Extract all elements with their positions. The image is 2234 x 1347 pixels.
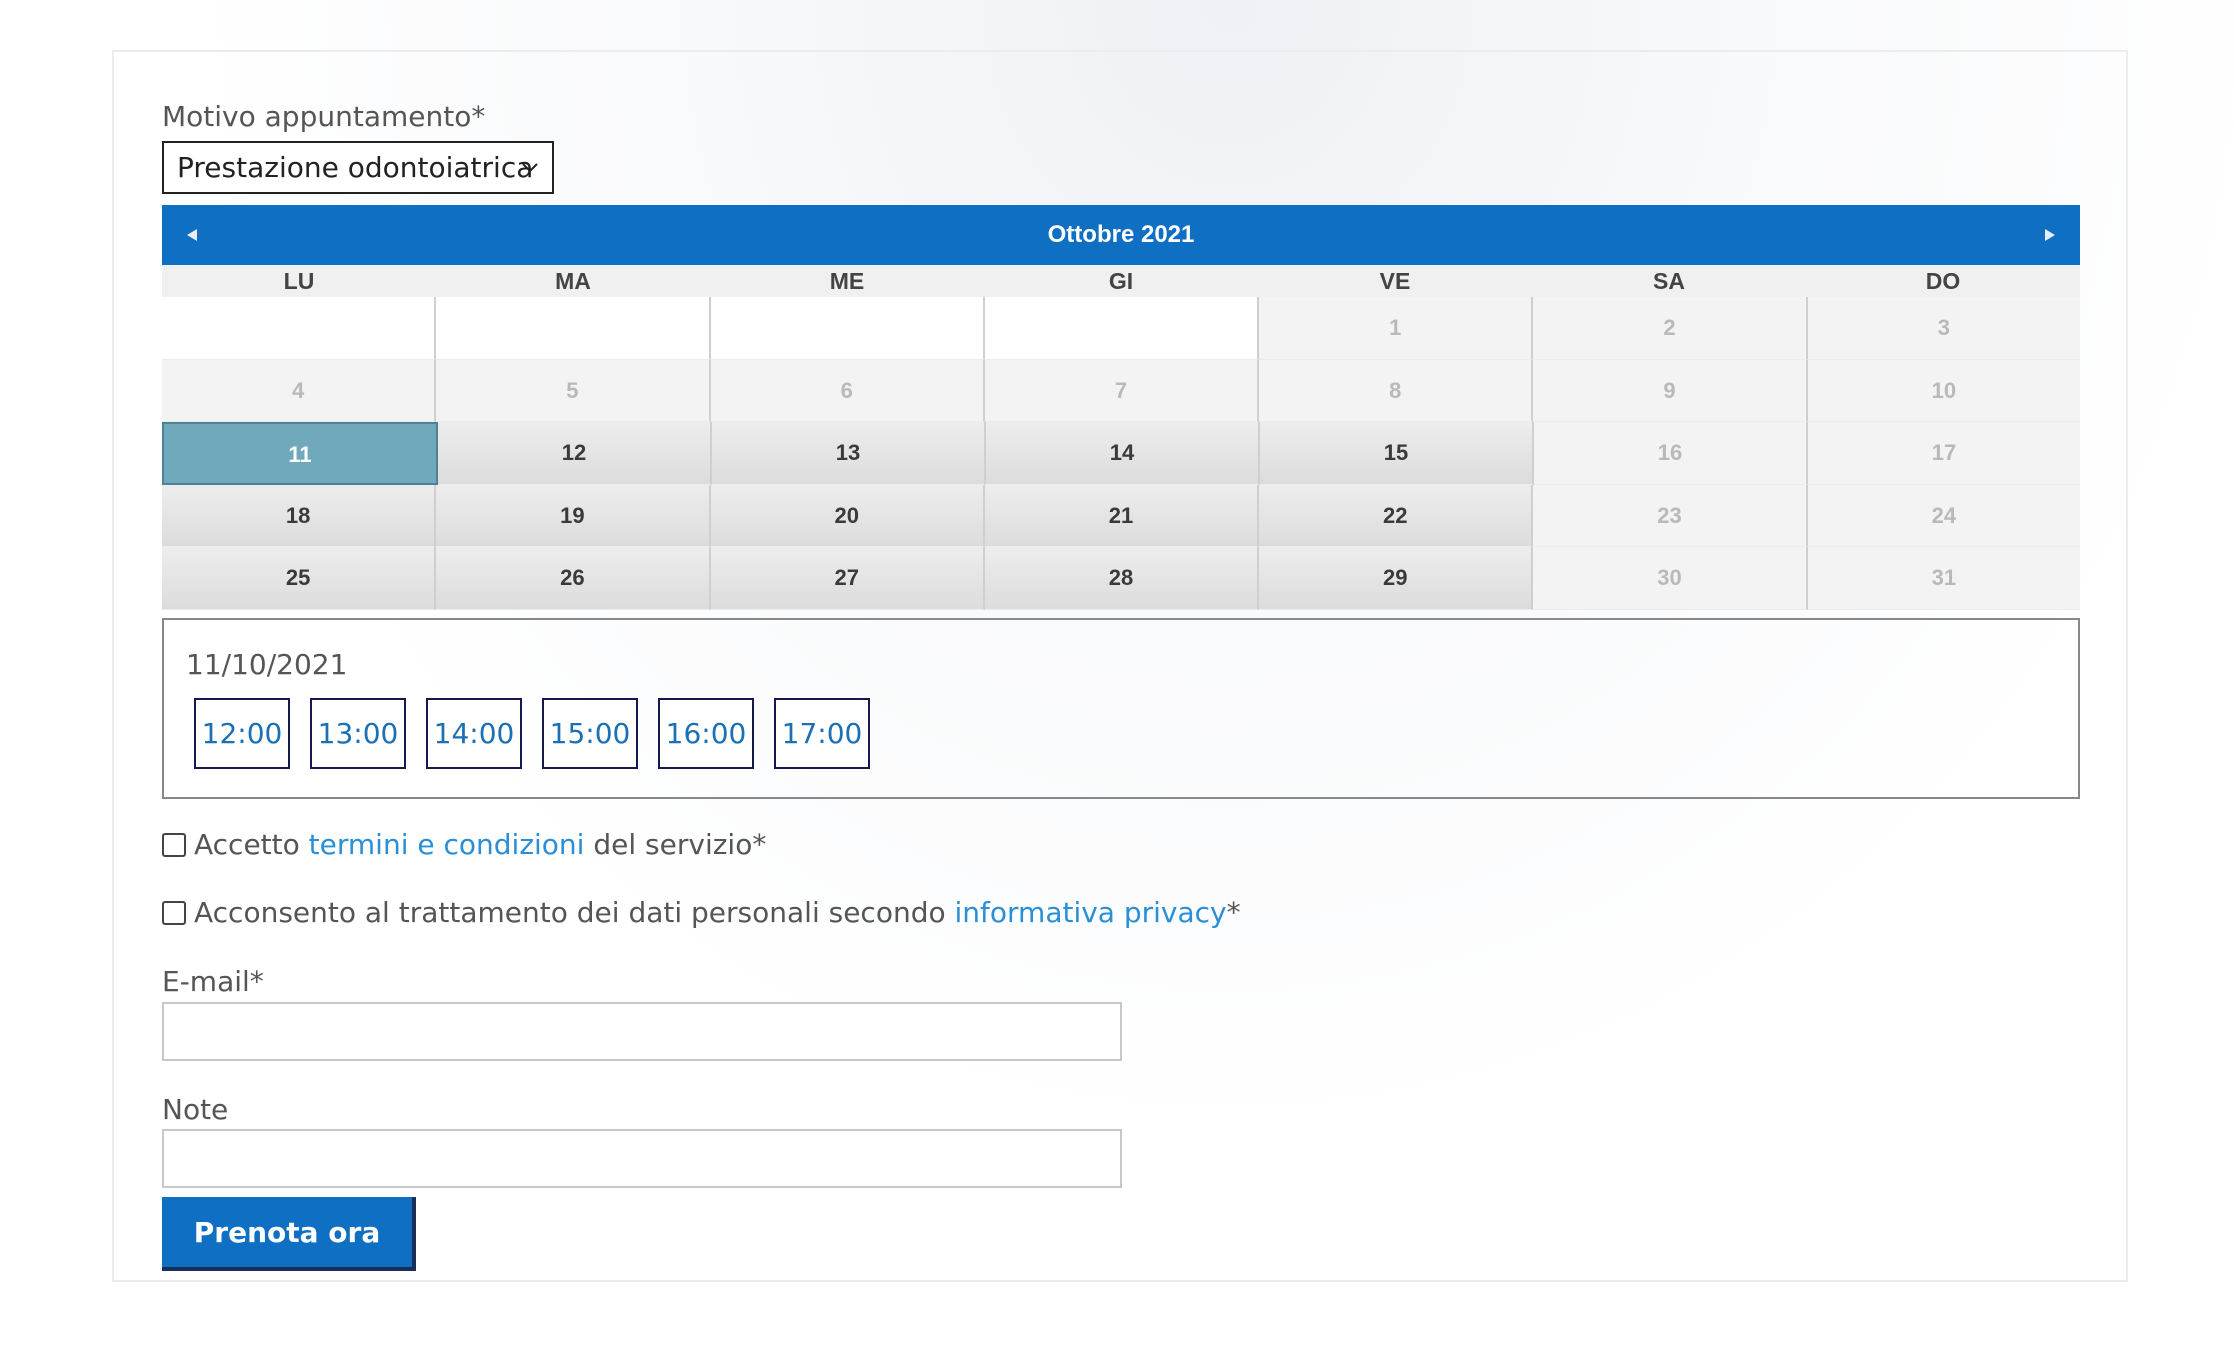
calendar-week-row: 11 12 13 14 15 16 17 bbox=[162, 422, 2080, 485]
notes-label: Note bbox=[162, 1093, 229, 1126]
calendar-day-25[interactable]: 25 bbox=[162, 547, 437, 610]
weekday-header-row: LU MA ME GI VE SA DO bbox=[162, 265, 2080, 297]
calendar-day-16: 16 bbox=[1534, 422, 1808, 485]
calendar-empty-cell bbox=[710, 297, 985, 360]
privacy-link[interactable]: informativa privacy bbox=[955, 896, 1227, 929]
calendar-day-2: 2 bbox=[1533, 297, 1808, 360]
weekday-label: LU bbox=[283, 268, 315, 294]
calendar-empty-cell bbox=[162, 297, 437, 360]
calendar-day-3: 3 bbox=[1807, 297, 2080, 360]
calendar-day-7: 7 bbox=[984, 359, 1260, 422]
time-slots-panel: 11/10/2021 12:00 13:00 14:00 15:00 16:00 17:0… bbox=[162, 618, 2080, 799]
calendar-day-4: 4 bbox=[162, 359, 437, 422]
weekday-label: SA bbox=[1653, 268, 1685, 294]
calendar-week-row: 123 bbox=[162, 297, 2080, 360]
calendar-day-11[interactable]: 11 bbox=[162, 422, 438, 485]
time-slot-button[interactable]: 17:00 bbox=[774, 698, 870, 769]
calendar-day-18[interactable]: 18 bbox=[162, 484, 437, 547]
calendar-day-26[interactable]: 26 bbox=[436, 547, 711, 610]
terms-checkbox[interactable] bbox=[162, 832, 186, 857]
calendar-day-6: 6 bbox=[710, 359, 985, 422]
calendar: Ottobre 2021 LU MA ME GI VE SA DO 1 2 3 4 5 6 7 8 9 10 1… bbox=[162, 205, 2080, 610]
privacy-checkbox[interactable] bbox=[162, 900, 186, 925]
time-slot-button[interactable]: 13:00 bbox=[310, 698, 406, 769]
calendar-day-12[interactable]: 12 bbox=[438, 422, 712, 485]
email-field[interactable] bbox=[162, 1002, 1122, 1061]
terms-suffix: del servizio* bbox=[584, 828, 767, 861]
email-label: E-mail* bbox=[162, 965, 264, 998]
calendar-day-9: 9 bbox=[1533, 359, 1808, 422]
calendar-grid: 1 2 3 4 5 6 7 8 9 10 11 12 13 14 15 16 17 18 19 20 21 22 23 24 2… bbox=[162, 297, 2080, 610]
calendar-day-24: 24 bbox=[1807, 484, 2080, 547]
calendar-day-27[interactable]: 27 bbox=[710, 547, 985, 610]
calendar-day-5: 5 bbox=[436, 359, 711, 422]
weekday-label: MA bbox=[555, 268, 591, 294]
privacy-suffix: * bbox=[1226, 896, 1241, 929]
calendar-day-28[interactable]: 28 bbox=[984, 547, 1260, 610]
terms-prefix: Accetto bbox=[194, 828, 309, 861]
chevron-down-icon bbox=[522, 163, 538, 173]
weekday-label: VE bbox=[1379, 268, 1411, 294]
weekday-label: ME bbox=[829, 268, 865, 294]
calendar-week-row: 18 19 20 21 22 23 24 bbox=[162, 484, 2080, 547]
calendar-week-row: 4 5 6 7 8 9 10 bbox=[162, 359, 2080, 422]
calendar-day-10: 10 bbox=[1807, 359, 2080, 422]
time-slot-button[interactable]: 14:00 bbox=[426, 698, 522, 769]
calendar-prev-button[interactable] bbox=[162, 205, 222, 265]
calendar-day-20[interactable]: 20 bbox=[710, 484, 985, 547]
calendar-day-21[interactable]: 21 bbox=[984, 484, 1260, 547]
calendar-day-17: 17 bbox=[1808, 422, 2080, 485]
weekday-label: DO bbox=[1925, 268, 1961, 294]
calendar-day-13[interactable]: 13 bbox=[712, 422, 986, 485]
calendar-empty-cell bbox=[436, 297, 711, 360]
calendar-day-15[interactable]: 15 bbox=[1260, 422, 1534, 485]
calendar-day-14[interactable]: 14 bbox=[986, 422, 1260, 485]
triangle-right-icon bbox=[2045, 229, 2055, 241]
time-slot-button[interactable]: 12:00 bbox=[194, 698, 290, 769]
calendar-day-31: 31 bbox=[1807, 547, 2080, 610]
calendar-empty-cell bbox=[984, 297, 1260, 360]
calendar-day-19[interactable]: 19 bbox=[436, 484, 711, 547]
selected-date-label: 11/10/2021 bbox=[186, 648, 348, 681]
privacy-prefix: Acconsento al trattamento dei dati perso… bbox=[194, 896, 955, 929]
calendar-day-30: 30 bbox=[1533, 547, 1808, 610]
calendar-day-22[interactable]: 22 bbox=[1259, 484, 1534, 547]
time-slot-button[interactable]: 16:00 bbox=[658, 698, 754, 769]
book-now-button[interactable]: Prenota ora bbox=[162, 1197, 416, 1271]
reason-label: Motivo appuntamento* bbox=[162, 100, 486, 133]
terms-link[interactable]: termini e condizioni bbox=[309, 828, 585, 861]
time-slot-button[interactable]: 15:00 bbox=[542, 698, 638, 769]
calendar-day-8: 8 bbox=[1259, 359, 1534, 422]
calendar-day-29[interactable]: 29 bbox=[1259, 547, 1534, 610]
calendar-next-button[interactable] bbox=[2020, 205, 2080, 265]
calendar-header: Ottobre 2021 bbox=[162, 205, 2080, 265]
calendar-day-23: 23 bbox=[1533, 484, 1808, 547]
calendar-week-row: 25 26 27 28 29 30 31 bbox=[162, 547, 2080, 610]
notes-field[interactable] bbox=[162, 1129, 1122, 1188]
calendar-day-1: 1 bbox=[1259, 297, 1534, 360]
calendar-month-title: Ottobre 2021 bbox=[1047, 221, 1195, 248]
time-slot-list: 12:00 13:00 14:00 15:00 16:00 17:00 bbox=[194, 698, 870, 769]
terms-row: Accetto termini e condizioni del servizi… bbox=[162, 828, 766, 861]
reason-select[interactable]: Prestazione odontoiatrica bbox=[162, 141, 554, 194]
reason-select-value: Prestazione odontoiatrica bbox=[177, 151, 534, 184]
triangle-left-icon bbox=[187, 229, 197, 241]
weekday-label: GI bbox=[1108, 268, 1134, 294]
privacy-row: Acconsento al trattamento dei dati perso… bbox=[162, 896, 1241, 929]
